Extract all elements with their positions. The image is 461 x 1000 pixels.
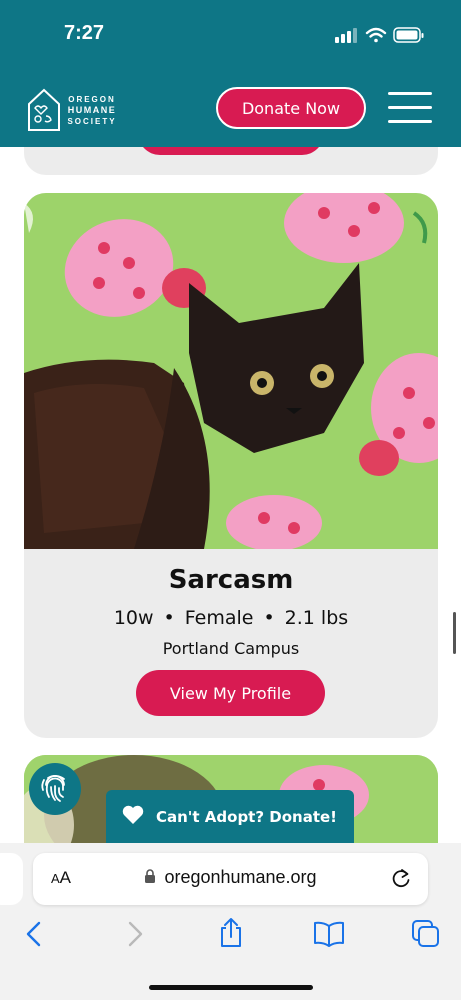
share-icon[interactable] bbox=[217, 917, 245, 953]
pet-age: 10w bbox=[113, 607, 154, 629]
forward-icon[interactable] bbox=[126, 921, 144, 951]
pet-name: Sarcasm bbox=[168, 565, 294, 595]
cant-adopt-donate-banner[interactable]: Can't Adopt? Donate! bbox=[106, 790, 354, 843]
url-text: oregonhumane.org bbox=[164, 867, 317, 887]
menu-bar bbox=[388, 120, 432, 123]
previous-profile-button[interactable] bbox=[138, 147, 324, 155]
accessibility-fingerprint-button[interactable] bbox=[29, 763, 81, 815]
house-logo-icon bbox=[28, 88, 60, 131]
view-profile-button[interactable]: View My Profile bbox=[136, 670, 325, 716]
cant-adopt-label: Can't Adopt? Donate! bbox=[156, 807, 338, 826]
site-header: OREGON HUMANE SOCIETY Donate Now bbox=[0, 70, 461, 147]
battery-icon bbox=[393, 27, 424, 43]
page-content[interactable]: Sarcasm 10w • Female • 2.1 lbs Portland Camp… bbox=[0, 147, 461, 843]
status-icons bbox=[335, 26, 425, 44]
address-bar[interactable]: AA oregonhumane.org bbox=[33, 853, 428, 905]
browser-toolbar: AA oregonhumane.org bbox=[0, 843, 461, 1000]
cellular-signal-icon bbox=[335, 28, 357, 43]
bookmarks-icon[interactable] bbox=[313, 921, 345, 951]
logo-line-2: HUMANE bbox=[67, 105, 117, 115]
previous-tab-peek[interactable] bbox=[0, 853, 23, 905]
wifi-icon bbox=[365, 27, 387, 43]
logo-line-3: SOCIETY bbox=[67, 117, 117, 126]
logo-line-1: OREGON bbox=[68, 95, 116, 104]
tabs-icon[interactable] bbox=[411, 919, 441, 953]
pet-weight: 2.1 lbs bbox=[284, 607, 349, 629]
lock-icon bbox=[144, 868, 156, 889]
reload-icon[interactable] bbox=[390, 867, 412, 893]
pet-details: 10w • Female • 2.1 lbs bbox=[24, 607, 438, 629]
pet-sex: Female bbox=[184, 607, 254, 629]
pet-photo[interactable] bbox=[24, 193, 438, 549]
status-time: 7:27 bbox=[64, 22, 105, 44]
hamburger-menu-button[interactable] bbox=[388, 92, 432, 126]
heart-icon bbox=[122, 805, 144, 829]
home-indicator bbox=[149, 985, 313, 990]
previous-pet-card bbox=[24, 147, 438, 175]
fingerprint-icon bbox=[41, 775, 65, 802]
scroll-indicator bbox=[453, 612, 456, 654]
logo-wordmark: OREGON HUMANE SOCIETY bbox=[66, 94, 118, 127]
pet-location: Portland Campus bbox=[162, 639, 300, 658]
url-display: oregonhumane.org bbox=[33, 867, 428, 889]
pet-card: Sarcasm 10w • Female • 2.1 lbs Portland Camp… bbox=[24, 193, 438, 738]
status-bar: 7:27 bbox=[0, 0, 461, 70]
menu-bar bbox=[388, 92, 432, 95]
separator-dot: • bbox=[163, 607, 175, 629]
back-icon[interactable] bbox=[25, 921, 43, 951]
site-logo[interactable]: OREGON HUMANE SOCIETY bbox=[26, 86, 126, 132]
menu-bar bbox=[388, 106, 432, 109]
donate-now-button[interactable]: Donate Now bbox=[216, 87, 366, 129]
separator-dot: • bbox=[263, 607, 275, 629]
